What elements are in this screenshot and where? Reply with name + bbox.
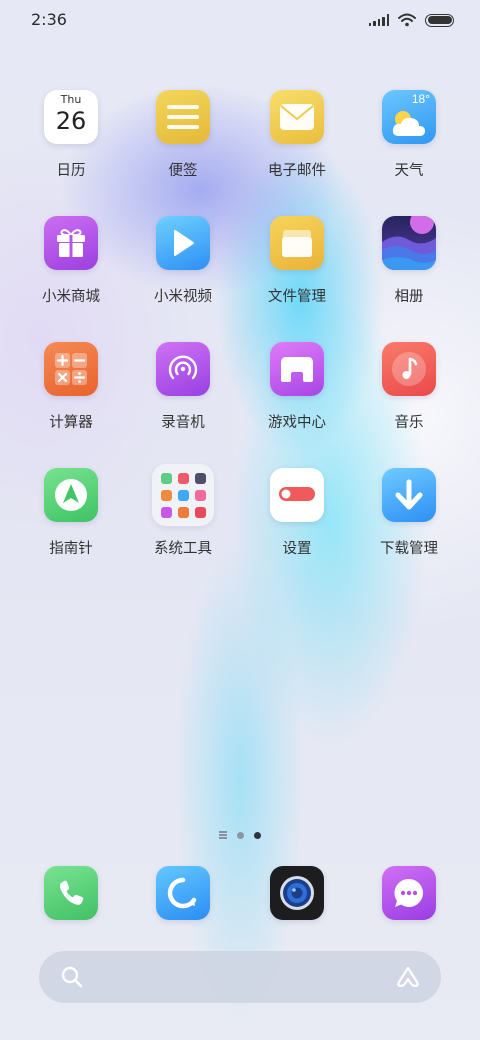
app-calculator[interactable]: 计算器 (15, 342, 127, 452)
app-folder-icon (152, 464, 214, 526)
app-label: 游戏中心 (268, 415, 326, 431)
app-label: 便签 (168, 163, 198, 179)
weather-temperature: 18° (411, 92, 430, 106)
browser-icon (156, 866, 210, 920)
compass-icon (44, 468, 98, 522)
page-dot-1[interactable] (237, 831, 244, 839)
gift-icon (44, 216, 98, 270)
app-label: 文件管理 (268, 289, 326, 305)
app-file-manager[interactable]: 文件管理 (241, 216, 353, 326)
app-game-center[interactable]: 游戏中心 (241, 342, 353, 452)
status-icons (368, 12, 454, 28)
messages-icon (382, 866, 436, 920)
signal-icon (368, 14, 389, 26)
app-label: 系统工具 (154, 541, 212, 557)
gallery-icon (382, 216, 436, 270)
status-bar: 2:36 (0, 0, 480, 40)
calendar-icon: Thu 26 (44, 90, 98, 144)
app-email[interactable]: 电子邮件 (241, 90, 353, 200)
wifi-icon (398, 13, 416, 27)
app-label: 音乐 (394, 415, 424, 431)
app-label: 小米商城 (42, 289, 100, 305)
app-label: 录音机 (161, 415, 205, 431)
xiaoai-assistant-icon[interactable] (395, 966, 421, 988)
app-music[interactable]: 音乐 (353, 342, 465, 452)
gamepad-icon (270, 342, 324, 396)
page-list-icon[interactable] (219, 831, 227, 839)
app-label: 计算器 (49, 415, 93, 431)
page-indicator[interactable] (219, 830, 261, 840)
recorder-icon (156, 342, 210, 396)
app-settings[interactable]: 设置 (241, 468, 353, 578)
app-compass[interactable]: 指南针 (15, 468, 127, 578)
calendar-weekday: Thu (60, 93, 82, 106)
status-time: 2:36 (31, 10, 67, 29)
app-folder-system-tools[interactable]: 系统工具 (127, 464, 239, 578)
app-weather[interactable]: 18° 天气 (353, 90, 465, 200)
notes-icon (156, 90, 210, 144)
camera-icon (270, 866, 324, 920)
play-icon (156, 216, 210, 270)
calendar-date: 26 (55, 107, 87, 135)
app-label: 电子邮件 (268, 163, 326, 179)
mail-icon (270, 90, 324, 144)
app-label: 日历 (56, 163, 86, 179)
app-calendar[interactable]: Thu 26 日历 (15, 90, 127, 200)
app-mi-video[interactable]: 小米视频 (127, 216, 239, 326)
app-label: 指南针 (49, 541, 93, 557)
weather-icon: 18° (382, 90, 436, 144)
calculator-icon (44, 342, 98, 396)
toggle-settings-icon (270, 468, 324, 522)
app-notes[interactable]: 便签 (127, 90, 239, 200)
app-label: 天气 (394, 163, 424, 179)
download-arrow-icon (382, 468, 436, 522)
app-label: 小米视频 (154, 289, 212, 305)
search-bar[interactable] (39, 951, 441, 1003)
app-recorder[interactable]: 录音机 (127, 342, 239, 452)
app-gallery[interactable]: 相册 (353, 216, 465, 326)
music-note-icon (382, 342, 436, 396)
app-download-manager[interactable]: 下载管理 (353, 468, 465, 578)
app-label: 设置 (282, 541, 312, 557)
folder-icon (270, 216, 324, 270)
app-mi-store[interactable]: 小米商城 (15, 216, 127, 326)
app-label: 相册 (394, 289, 424, 305)
app-label: 下载管理 (380, 541, 438, 557)
battery-icon (425, 13, 454, 27)
page-dot-2-active[interactable] (254, 831, 261, 839)
phone-icon (44, 866, 98, 920)
search-icon (61, 966, 83, 988)
